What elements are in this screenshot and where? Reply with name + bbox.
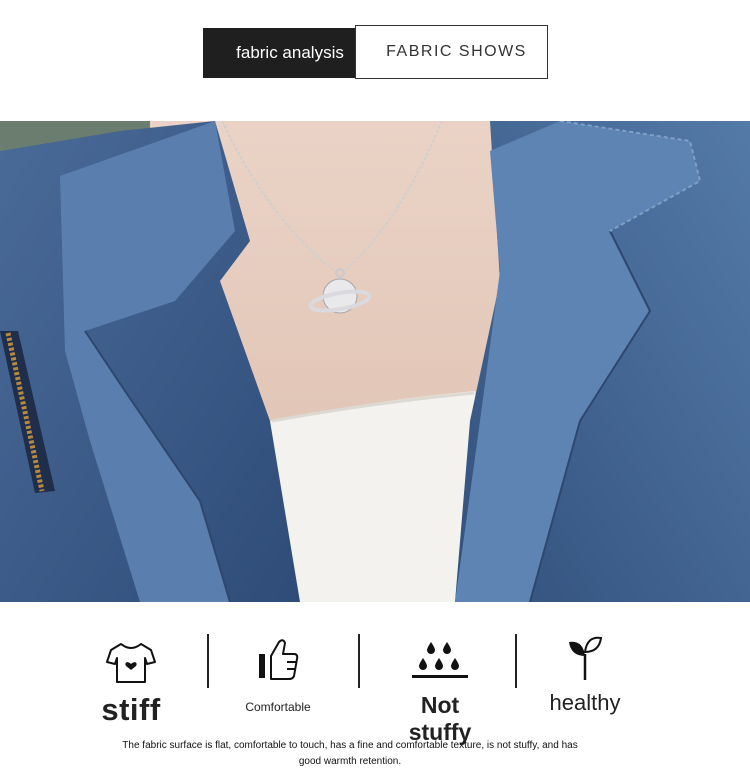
feature-stiff: stiff <box>95 632 167 728</box>
feature-divider <box>358 634 360 688</box>
tab-fabric-analysis: fabric analysis <box>203 28 377 78</box>
droplets-icon <box>412 642 468 678</box>
feature-not-stuffy: Not stuffy <box>388 632 492 746</box>
feature-label-comfortable: Comfortable <box>245 700 311 714</box>
tshirt-heart-icon <box>106 643 156 683</box>
product-photo <box>0 121 750 602</box>
fabric-description: The fabric surface is flat, comfortable … <box>122 740 578 767</box>
section-header: fabric analysis FABRIC SHOWS <box>203 25 550 81</box>
feature-label-healthy: healthy <box>549 690 621 715</box>
feature-comfortable: Comfortable <box>236 632 320 714</box>
thumbs-up-icon <box>259 639 299 680</box>
feature-label-stiff: stiff <box>101 692 161 727</box>
feature-divider <box>515 634 517 688</box>
feature-row: stiff Comfortable Not stuffy healthy <box>0 632 750 745</box>
sprout-icon <box>569 636 603 680</box>
feature-healthy: healthy <box>543 632 627 716</box>
feature-divider <box>207 634 209 688</box>
tab-fabric-shows: FABRIC SHOWS <box>355 25 548 79</box>
